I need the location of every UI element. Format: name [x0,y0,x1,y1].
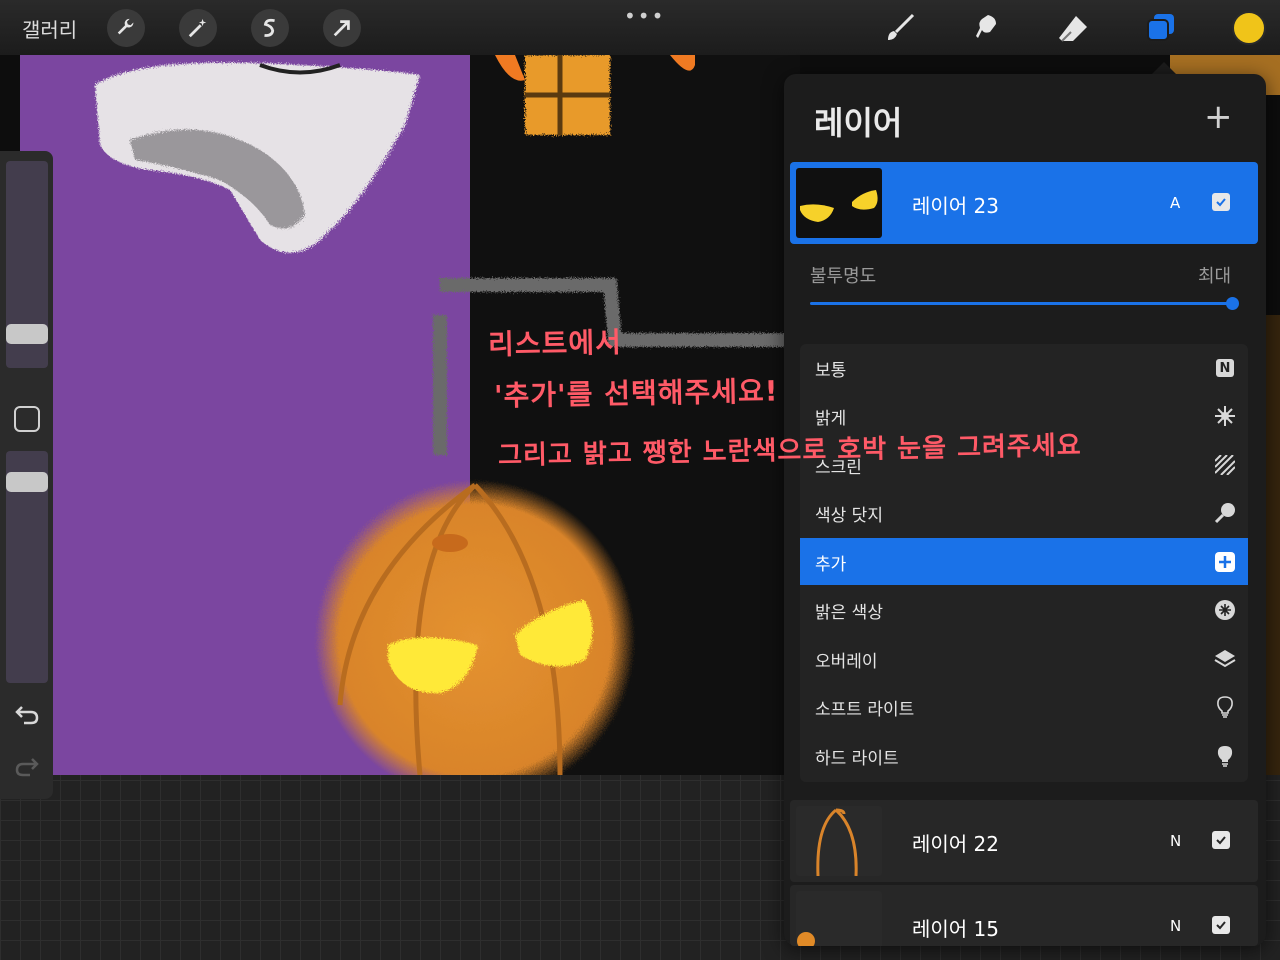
stack-icon [1214,648,1236,670]
blend-mode-label: 소프트 라이트 [815,700,915,720]
selection-icon[interactable] [251,9,289,47]
blend-mode-label: 하드 라이트 [815,749,899,769]
opacity-value: 최대 [1198,266,1232,287]
layer-row-22[interactable]: 레이어 22 N [790,800,1258,882]
top-toolbar: 갤러리 ••• [0,0,1280,55]
transform-arrow-icon[interactable] [323,9,361,47]
add-layer-button[interactable]: + [1204,100,1233,134]
layer-blend-mode-button[interactable]: N [1170,832,1181,850]
layer-name: 레이어 15 [912,917,1000,941]
layer-opacity-knob[interactable] [1226,297,1239,310]
opacity-thumb[interactable] [6,472,48,492]
blend-mode-add[interactable]: 추가 [800,538,1248,585]
layer-visibility-checkbox[interactable] [1212,831,1230,849]
layer-thumbnail [796,168,882,238]
blend-mode-label: 색상 닷지 [815,506,883,526]
layer-visibility-checkbox[interactable] [1212,916,1230,934]
layer-thumbnail [796,891,882,946]
brush-size-thumb[interactable] [6,324,48,344]
plus-square-icon [1214,551,1236,573]
layer-row-15[interactable]: 레이어 15 N [790,885,1258,946]
dodge-icon [1214,502,1236,524]
blend-mode-soft-light[interactable]: 소프트 라이트 [800,683,1248,730]
blend-mode-overlay[interactable]: 오버레이 [800,635,1248,682]
layers-icon[interactable] [1141,10,1181,46]
eraser-icon[interactable] [1053,10,1093,46]
blend-mode-label: 오버레이 [815,652,878,672]
layer-row-active[interactable]: 레이어 23 A [790,162,1258,244]
menu-dots-icon[interactable]: ••• [624,4,665,28]
blend-mode-color-dodge[interactable]: 색상 닷지 [800,489,1248,536]
blend-mode-label: 추가 [815,555,847,575]
layer-thumbnail [796,806,882,876]
opacity-label: 불투명도 [810,266,877,287]
gallery-button[interactable]: 갤러리 [22,14,77,43]
blend-mode-label: 밝게 [815,409,847,429]
layer-blend-mode-button[interactable]: A [1170,194,1180,212]
blend-mode-label: 밝은 색상 [815,603,883,623]
normal-N-icon: N [1216,359,1234,377]
left-sidebar [0,151,53,799]
light-color-icon [1214,599,1236,621]
layer-blend-mode-button[interactable]: N [1170,917,1181,935]
blend-mode-lighter-color[interactable]: 밝은 색상 [800,586,1248,633]
panel-caret [1152,62,1176,74]
eyedropper-square-button[interactable] [14,406,40,432]
bulb-icon [1214,696,1236,718]
wrench-icon[interactable] [107,9,145,47]
panel-title: 레이어 [814,104,903,142]
blend-mode-hard-light[interactable]: 하드 라이트 [800,732,1248,779]
blend-mode-list: 보통 N 밝게 스크린 색상 닷지 추가 밝은 색상 오버레이 소프트 라이트 … [800,344,1248,782]
annotation-line-2: '추가'를 선택해주세요! [493,374,779,413]
magic-wand-icon[interactable] [179,9,217,47]
sunburst-icon [1214,405,1236,427]
layer-opacity-slider[interactable] [810,302,1234,305]
blend-mode-label: 보통 [815,361,847,381]
bulb-half-icon [1214,745,1236,767]
smudge-icon[interactable] [966,10,1006,46]
brush-icon[interactable] [880,10,920,46]
layer-name: 레이어 22 [912,832,1000,856]
redo-icon[interactable] [14,755,40,781]
blend-mode-normal[interactable]: 보통 N [800,344,1248,391]
annotation-line-1: 리스트에서 [487,325,623,362]
layer-name: 레이어 23 [912,194,1000,218]
layers-panel: 레이어 + 레이어 23 A 불투명도 최대 보통 N 밝게 스크린 색상 닷지… [784,74,1266,946]
layer-visibility-checkbox[interactable] [1212,193,1230,211]
stripes-icon [1214,454,1236,476]
undo-icon[interactable] [14,703,40,729]
color-picker-swatch[interactable] [1232,11,1266,45]
